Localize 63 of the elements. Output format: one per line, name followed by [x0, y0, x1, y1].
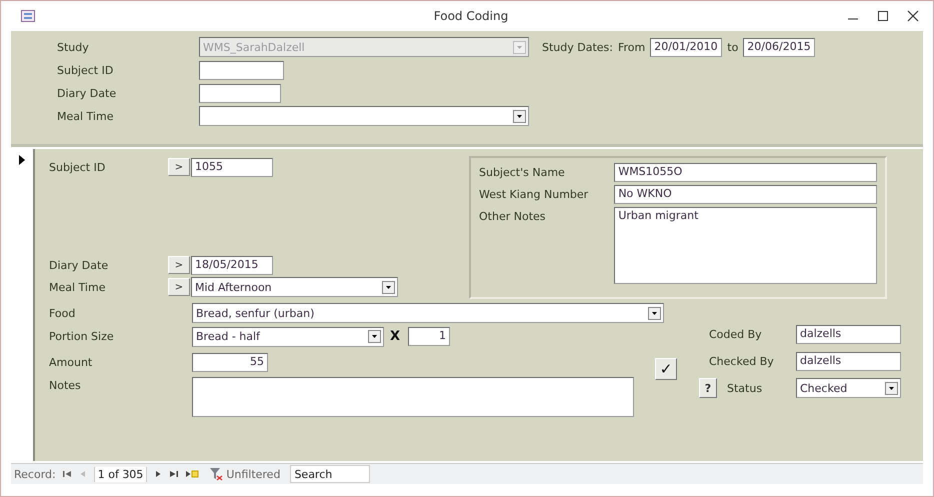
window-title: Food Coding — [432, 9, 510, 23]
last-record-icon[interactable] — [169, 469, 180, 479]
date-field[interactable]: 20/01/2010 — [650, 38, 722, 56]
go-button[interactable]: > — [168, 256, 190, 274]
input-field[interactable]: dalzells — [796, 352, 901, 370]
input-field[interactable]: WMS1055O — [614, 163, 877, 182]
status-combo[interactable]: Checked — [796, 378, 901, 398]
new-record-icon[interactable] — [185, 469, 200, 479]
input-field[interactable]: No WKNO — [614, 185, 877, 204]
search-field[interactable]: Search — [290, 465, 370, 483]
field-label: Amount — [49, 356, 94, 369]
record-label: Record: — [14, 468, 56, 480]
field-label: West Kiang Number — [479, 187, 590, 201]
field-label: Subject ID — [57, 64, 114, 76]
multiply-sign: X — [390, 329, 400, 344]
input-field[interactable]: dalzells — [796, 324, 901, 344]
field-label: Subject's Name — [479, 165, 566, 179]
current-record-icon — [18, 155, 26, 165]
field-label: Notes — [49, 378, 82, 392]
field-label: to — [727, 40, 738, 54]
maximize-icon[interactable] — [877, 10, 889, 22]
go-button[interactable]: > — [168, 158, 190, 176]
meal-time-combo[interactable]: Mid Afternoon — [191, 277, 398, 297]
dropdown-icon[interactable] — [382, 280, 395, 294]
field-label: Other Notes — [479, 209, 546, 223]
field-label: Study — [57, 40, 90, 54]
date-field[interactable]: 18/05/2015 — [191, 256, 273, 274]
filter-icon — [209, 467, 224, 481]
field-label: Meal Time — [49, 280, 106, 294]
field-label: Meal Time — [57, 110, 114, 122]
input-field[interactable] — [199, 60, 284, 80]
portion-combo[interactable]: Bread - half — [192, 326, 384, 346]
field-label: Study Dates: — [542, 40, 613, 54]
close-icon[interactable] — [907, 10, 919, 22]
field-label: Food — [49, 306, 76, 320]
check-button[interactable]: ✓ — [655, 358, 677, 380]
dropdown-icon[interactable] — [885, 382, 898, 394]
notes-field[interactable]: Urban migrant — [614, 207, 877, 284]
dropdown-icon[interactable] — [368, 330, 381, 343]
first-record-icon[interactable] — [62, 469, 72, 479]
field-label: Subject ID — [49, 160, 106, 174]
dropdown-icon[interactable] — [648, 306, 661, 320]
field-label: Status — [726, 382, 764, 394]
help-button[interactable]: ? — [699, 378, 717, 398]
filter-toggle[interactable]: Unfiltered — [209, 467, 280, 481]
dropdown-icon[interactable] — [513, 110, 526, 122]
multiplier-field[interactable]: 1 — [408, 327, 450, 346]
field-label: Checked By — [709, 354, 775, 368]
field-label: From — [618, 40, 646, 54]
meal-time-combo[interactable] — [199, 106, 529, 126]
notes-field[interactable] — [192, 377, 634, 417]
field-label: Portion Size — [49, 330, 115, 343]
field-label: Diary Date — [49, 258, 110, 272]
field-label: Coded By — [709, 328, 763, 340]
date-field[interactable]: 20/06/2015 — [743, 38, 816, 56]
input-field[interactable] — [199, 84, 281, 102]
food-combo[interactable]: Bread, senfur (urban) — [192, 303, 664, 323]
amount-field[interactable]: 55 — [192, 353, 268, 372]
field-label: Diary Date — [57, 86, 118, 100]
subject-id-field[interactable]: 1055 — [191, 158, 273, 176]
record-position-field[interactable]: 1 of 305 — [94, 466, 148, 482]
go-button[interactable]: > — [168, 278, 190, 296]
form-icon — [21, 10, 35, 22]
